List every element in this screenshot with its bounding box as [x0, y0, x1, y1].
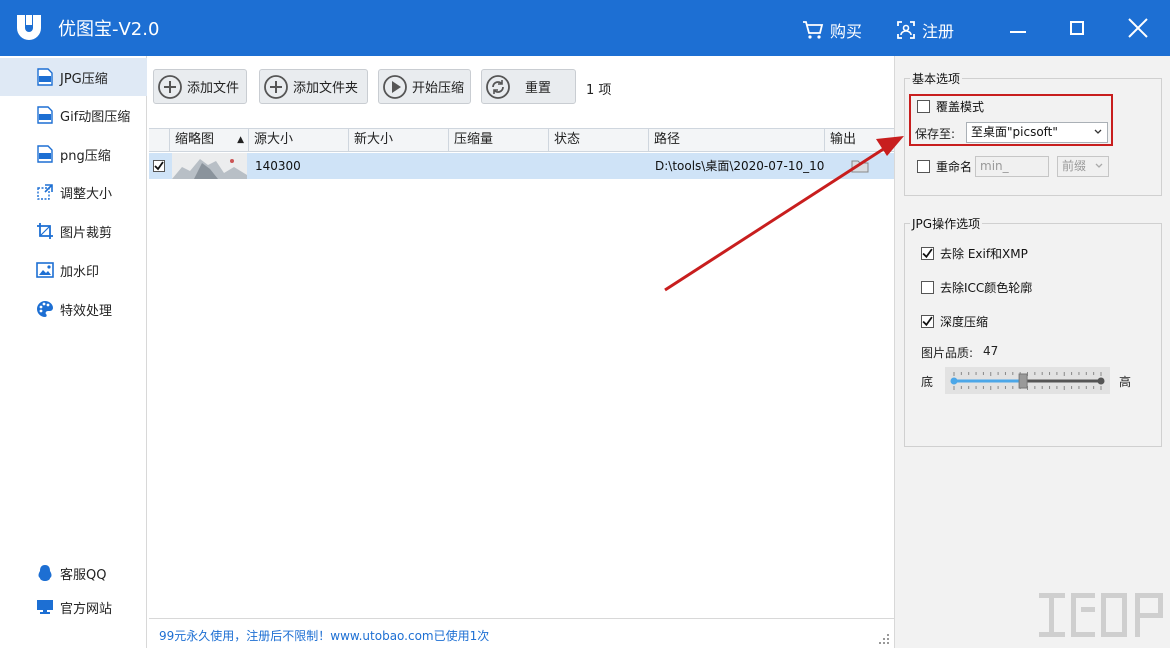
annotation-arrow-overlay [0, 0, 1170, 648]
annotation-arrow-line [665, 148, 885, 290]
site-watermark-logo [1035, 585, 1167, 645]
annotation-arrow-head [876, 136, 904, 156]
